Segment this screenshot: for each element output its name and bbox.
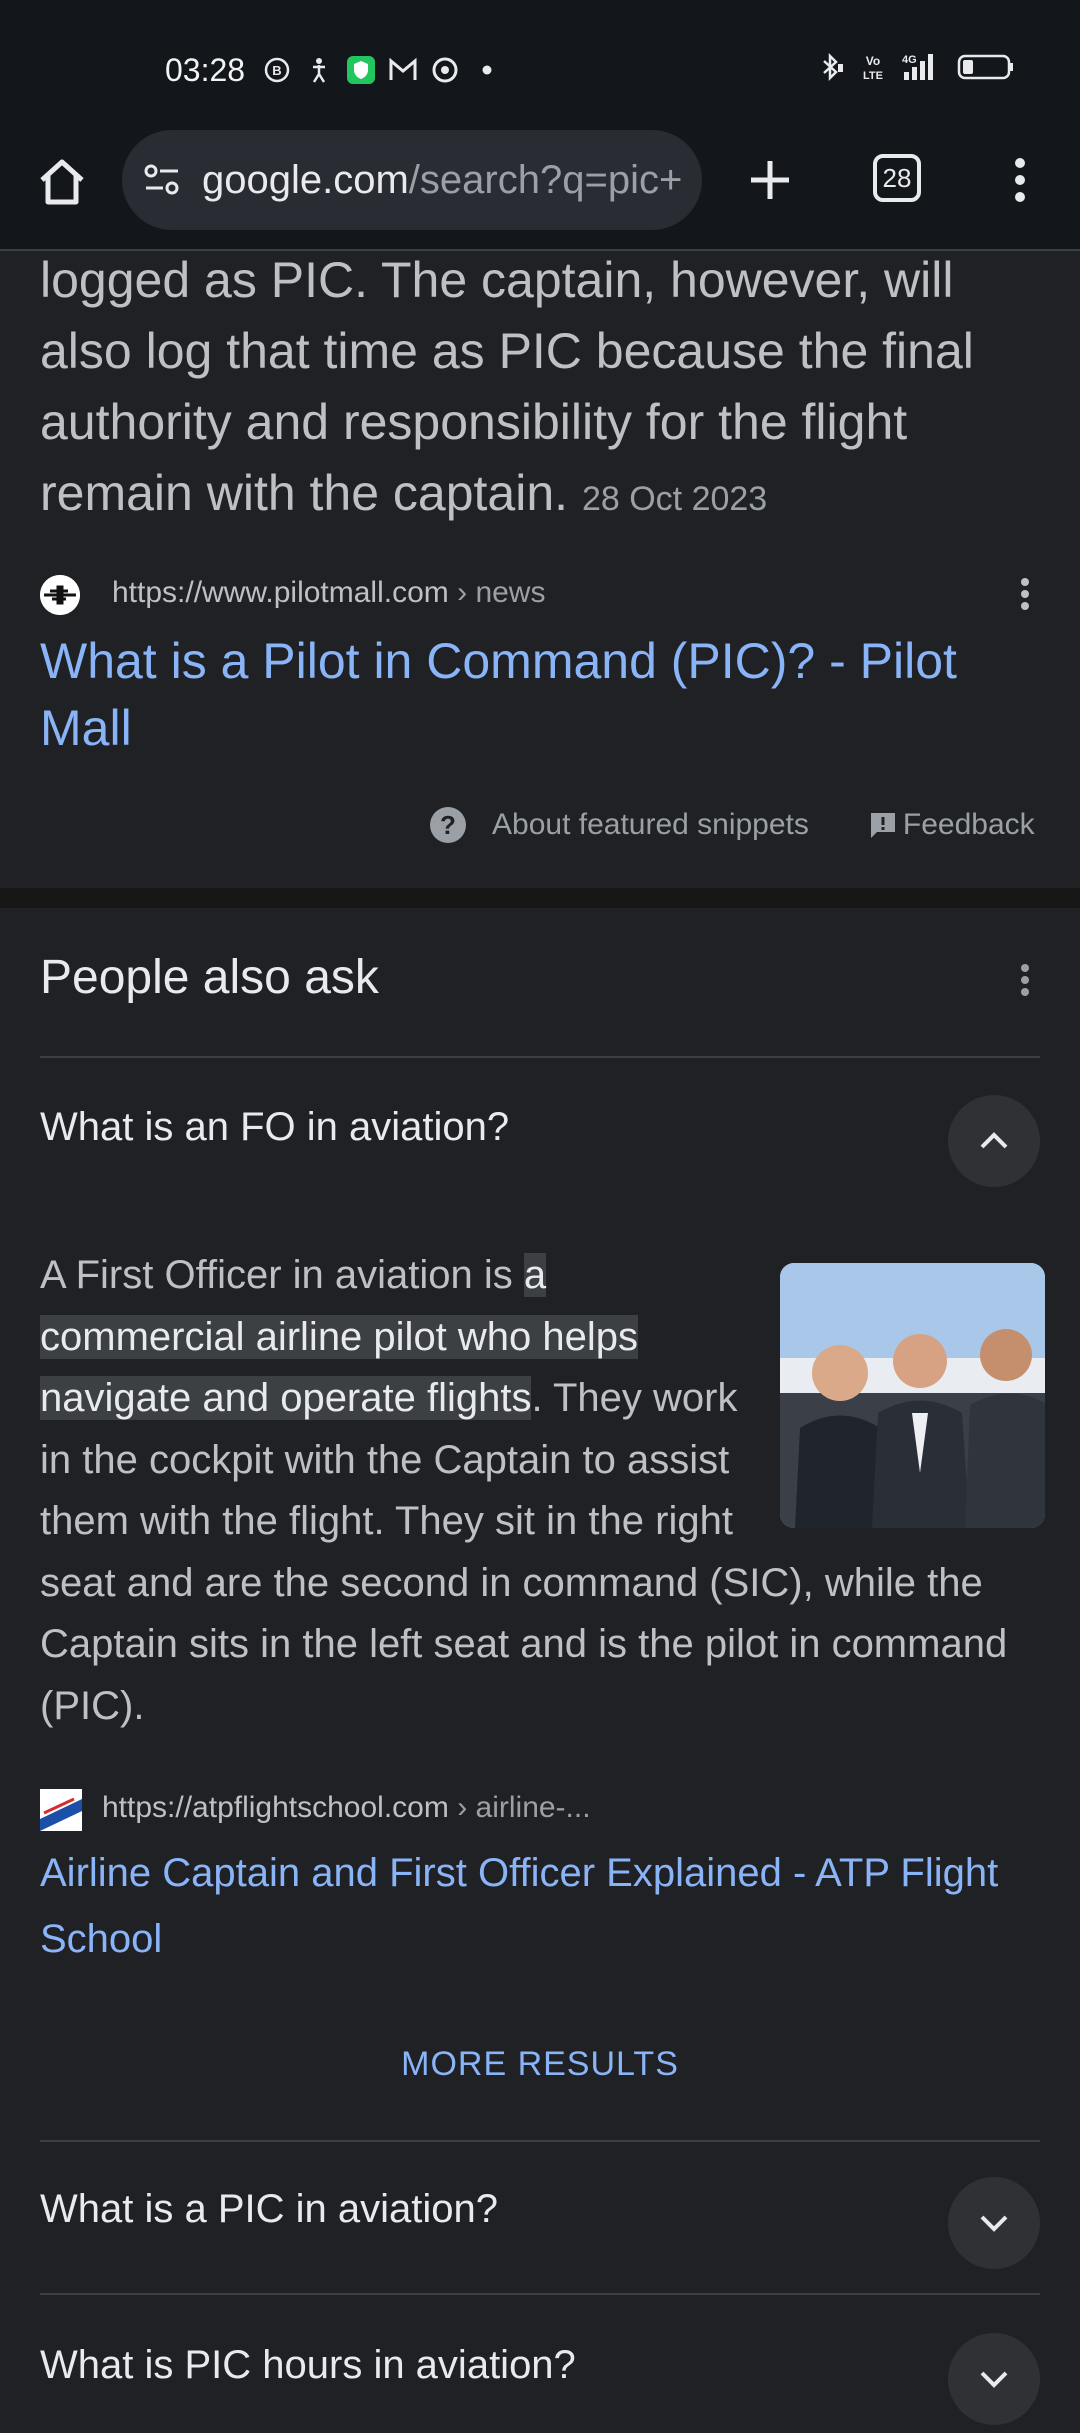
b-badge-icon: B bbox=[262, 55, 292, 85]
feedback-icon[interactable] bbox=[867, 809, 899, 841]
site-settings-icon[interactable] bbox=[142, 160, 182, 200]
source-domain: https://www.pilotmall.com bbox=[112, 576, 449, 609]
question-text: What is PIC hours in aviation? bbox=[40, 2343, 576, 2387]
overflow-menu-button[interactable] bbox=[1000, 150, 1040, 210]
system-icons: Vo LTE 4G bbox=[816, 52, 1016, 82]
paa-question-2[interactable]: What is a PIC in aviation? bbox=[40, 2157, 1040, 2277]
answer-text-before: A First Officer in aviation is bbox=[40, 1253, 524, 1297]
snippet-footer: ? About featured snippets Feedback bbox=[430, 800, 1040, 850]
source-domain: https://atpflightschool.com bbox=[102, 1791, 449, 1824]
source-url: https://www.pilotmall.com › news bbox=[112, 576, 545, 610]
help-icon[interactable]: ? bbox=[430, 807, 466, 843]
collapse-button[interactable] bbox=[948, 1095, 1040, 1187]
tab-switcher-button[interactable]: 28 bbox=[873, 154, 921, 202]
chevron-down-icon bbox=[980, 2215, 1008, 2232]
more-vert-icon bbox=[1021, 578, 1029, 610]
paa-question-3[interactable]: What is PIC hours in aviation? bbox=[40, 2313, 1040, 2433]
question-text: What is a PIC in aviation? bbox=[40, 2187, 498, 2231]
svg-text:B: B bbox=[272, 63, 281, 78]
paa-divider bbox=[40, 1056, 1040, 1058]
answer-thumbnail[interactable] bbox=[780, 1263, 1045, 1528]
shield-app-icon bbox=[346, 55, 376, 85]
home-icon bbox=[40, 159, 84, 205]
source-crumb: › news bbox=[448, 576, 546, 609]
dot-icon bbox=[472, 55, 502, 85]
svg-text:4G: 4G bbox=[902, 54, 917, 66]
question-text: What is an FO in aviation? bbox=[40, 1105, 510, 1149]
chevron-down-icon bbox=[980, 2371, 1008, 2388]
paa-divider bbox=[40, 2293, 1040, 2295]
omnibox[interactable]: google.com/search?q=pic+ bbox=[122, 130, 702, 230]
snippet-date: 28 Oct 2023 bbox=[581, 480, 768, 518]
answer-result-link[interactable]: Airline Captain and First Officer Explai… bbox=[40, 1840, 1040, 1972]
source-url: https://atpflightschool.com › airline-..… bbox=[102, 1791, 591, 1825]
paa-divider bbox=[40, 2140, 1040, 2142]
chrome-icon bbox=[430, 55, 460, 85]
home-button[interactable] bbox=[30, 150, 94, 214]
browser-toolbar: google.com/search?q=pic+ 28 bbox=[0, 130, 1080, 250]
section-divider bbox=[0, 888, 1080, 908]
battery-icon bbox=[956, 52, 1016, 82]
new-tab-button[interactable] bbox=[740, 150, 800, 210]
more-results-button[interactable]: MORE RESULTS bbox=[0, 2045, 1080, 2084]
more-vert-icon bbox=[1015, 158, 1025, 202]
snippet-body: logged as PIC. The captain, however, wil… bbox=[40, 252, 974, 521]
status-bar: 03:28 B Vo LTE 4G bbox=[0, 0, 1080, 130]
plus-icon bbox=[751, 161, 789, 199]
more-vert-icon bbox=[1021, 964, 1029, 996]
bluetooth-icon bbox=[816, 52, 846, 82]
chevron-up-icon bbox=[980, 1132, 1008, 1149]
expand-button[interactable] bbox=[948, 2177, 1040, 2269]
gmail-icon bbox=[388, 55, 418, 85]
snippet-result-link[interactable]: What is a Pilot in Command (PIC)? - Pilo… bbox=[40, 628, 1020, 762]
url-path: /search?q=pic+ bbox=[408, 157, 683, 202]
feedback-link[interactable]: Feedback bbox=[903, 808, 1035, 842]
status-time: 03:28 bbox=[165, 52, 246, 88]
runner-icon bbox=[304, 55, 334, 85]
featured-snippet-text: logged as PIC. The captain, however, wil… bbox=[40, 245, 1050, 535]
url-host: google.com bbox=[202, 157, 409, 202]
paa-options-button[interactable] bbox=[1010, 958, 1040, 1002]
volte-icon: Vo LTE bbox=[858, 52, 888, 82]
atp-favicon bbox=[40, 1789, 82, 1831]
paa-question-1[interactable]: What is an FO in aviation? bbox=[40, 1075, 1040, 1195]
people-also-ask-title: People also ask bbox=[40, 951, 379, 1004]
url-text: google.com/search?q=pic+ bbox=[202, 158, 682, 203]
notification-icons: B bbox=[262, 55, 502, 85]
about-featured-snippets-link[interactable]: About featured snippets bbox=[492, 808, 809, 842]
paa-answer: A First Officer in aviation is a commerc… bbox=[40, 1245, 1045, 1737]
svg-text:Vo: Vo bbox=[866, 54, 880, 68]
source-crumb: › airline-... bbox=[448, 1791, 591, 1824]
expand-button[interactable] bbox=[948, 2333, 1040, 2425]
signal-4g-icon: 4G bbox=[900, 52, 944, 82]
svg-text:LTE: LTE bbox=[863, 70, 883, 82]
pilotmall-favicon bbox=[40, 575, 80, 615]
answer-source[interactable]: https://atpflightschool.com › airline-..… bbox=[40, 1785, 1040, 1835]
result-options-button[interactable] bbox=[1010, 572, 1040, 616]
snippet-source[interactable]: https://www.pilotmall.com › news bbox=[40, 570, 1040, 620]
